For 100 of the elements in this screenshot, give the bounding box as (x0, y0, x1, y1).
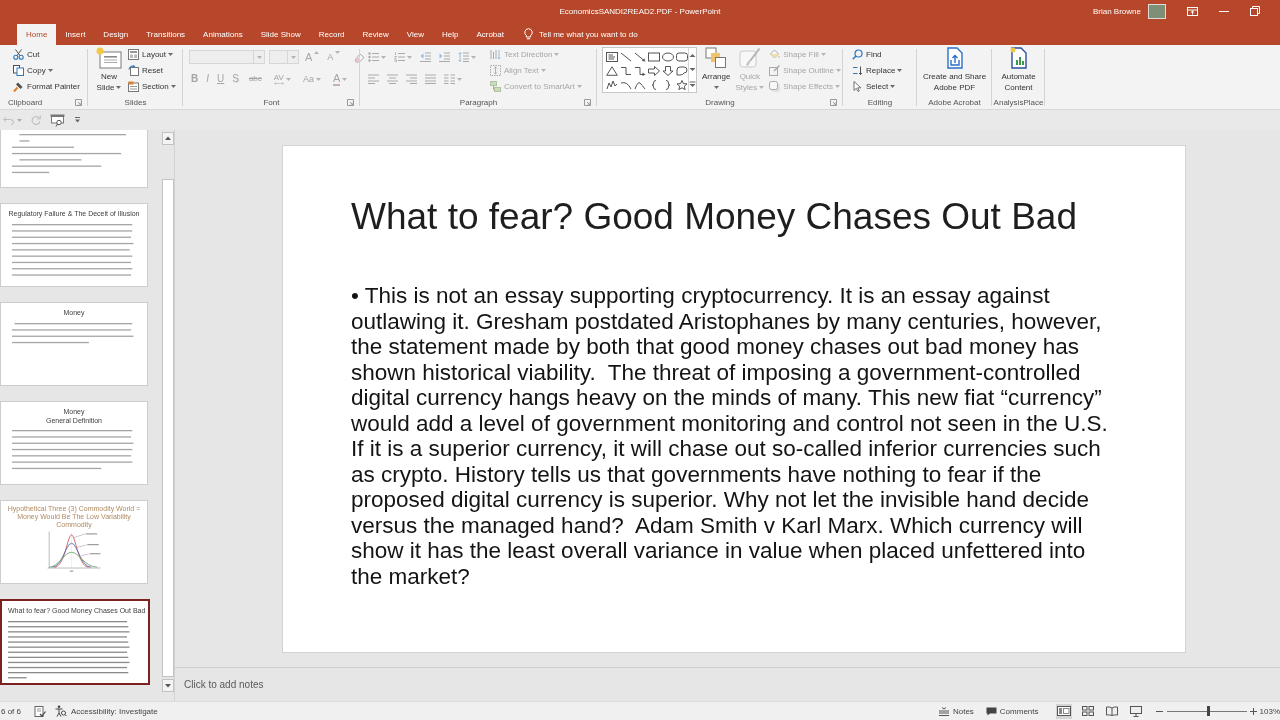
rectangle-icon[interactable] (648, 52, 660, 62)
scroll-down-icon[interactable] (689, 66, 696, 72)
line-icon[interactable] (620, 52, 632, 62)
dialog-launcher-icon[interactable] (830, 99, 837, 106)
curved-shape-icon[interactable] (676, 66, 688, 76)
replace-button[interactable]: Replace (850, 62, 906, 78)
normal-view-button[interactable] (1055, 703, 1072, 719)
notes-field[interactable]: Click to add notes (184, 675, 334, 694)
ribbon-tab[interactable]: Animations (194, 24, 252, 45)
tell-me-field[interactable]: Tell me what you want to do (538, 24, 643, 45)
pointer-icon (852, 80, 863, 92)
dialog-launcher-icon[interactable] (75, 99, 82, 106)
reset-button[interactable]: Reset (126, 62, 179, 78)
ribbon-display-options-icon[interactable] (1187, 6, 1198, 16)
star-icon[interactable] (676, 80, 688, 90)
arc-icon[interactable] (620, 80, 632, 90)
eraser-icon (354, 51, 366, 63)
arrow-line-icon[interactable] (634, 52, 646, 62)
group-label: Drawing (705, 98, 735, 107)
text-direction-icon (490, 48, 501, 60)
elbow-arrow-icon[interactable] (634, 66, 646, 76)
dialog-launcher-icon[interactable] (347, 99, 354, 106)
customize-button[interactable] (74, 117, 81, 123)
zoom-in-icon[interactable] (1249, 707, 1257, 715)
ribbon-tab[interactable]: Slide Show (251, 24, 310, 45)
accessibility-button[interactable]: Accessibility: Investigate (55, 705, 158, 717)
block-arrow-down-icon[interactable] (662, 66, 674, 76)
slide-sorter-button[interactable] (1079, 703, 1096, 719)
reset-icon (128, 64, 139, 76)
rounded-rectangle-icon[interactable] (676, 52, 688, 62)
ribbon-tab[interactable]: Help (432, 24, 468, 45)
automate-button[interactable]: Automate Content (999, 45, 1038, 95)
spell-check-icon[interactable] (34, 705, 46, 717)
comments-button[interactable]: Comments (985, 706, 1039, 716)
format-painter-button[interactable]: Format Painter (11, 78, 82, 94)
group-label: Font (263, 98, 280, 107)
slideshow-button[interactable] (1127, 703, 1144, 719)
group-label: Adobe Acrobat (928, 98, 981, 107)
scroll-down-icon[interactable] (162, 679, 174, 692)
decrease-indent-icon (420, 52, 431, 62)
scroll-up-icon[interactable] (689, 52, 696, 58)
ribbon-tab[interactable]: Transitions (137, 24, 195, 45)
presenter-button[interactable] (50, 113, 65, 127)
new-slide-button[interactable]: New Slide (94, 45, 124, 95)
shape-effects-icon (769, 80, 781, 92)
slide-counter: 6 of 6 (1, 706, 21, 716)
curve-icon[interactable] (634, 80, 646, 90)
restore-icon[interactable] (1250, 6, 1260, 16)
group-label: Paragraph (459, 98, 498, 107)
dialog-launcher-icon[interactable] (584, 99, 591, 106)
ribbon-tab[interactable]: Record (309, 24, 354, 45)
create-pdf-button[interactable]: Create and Share Adobe PDF (920, 45, 989, 95)
smartart-icon (490, 80, 501, 92)
line-spacing-icon (458, 52, 469, 62)
scroll-up-icon[interactable] (162, 132, 174, 145)
notes-button[interactable]: Notes (938, 706, 974, 716)
layout-button[interactable]: Layout (126, 46, 179, 62)
shapes-gallery[interactable] (602, 47, 697, 93)
ribbon-tab[interactable]: Home (17, 24, 57, 45)
oval-icon[interactable] (662, 52, 674, 62)
group-label: Clipboard (8, 98, 43, 107)
freeform-icon[interactable] (606, 80, 618, 90)
arrange-button[interactable]: Arrange (700, 45, 733, 95)
layout-icon (128, 48, 139, 60)
elbow-connector-icon[interactable] (620, 66, 632, 76)
reading-view-button[interactable] (1103, 703, 1120, 719)
section-button[interactable]: Section (126, 78, 179, 94)
ribbon-tab[interactable]: Review (353, 24, 398, 45)
undo-icon (3, 115, 14, 125)
text-box-icon[interactable] (606, 52, 618, 62)
copy-button[interactable]: Copy (11, 62, 82, 78)
ribbon-tab[interactable]: View (397, 24, 433, 45)
paint-bucket-icon (769, 48, 781, 60)
avatar-placeholder[interactable] (1148, 3, 1166, 19)
group-label: Editing (867, 98, 893, 107)
scrollbar-thumb[interactable] (162, 179, 174, 677)
notes-icon (938, 706, 949, 716)
minimize-icon[interactable] (1219, 10, 1229, 12)
ribbon-tab[interactable]: Design (94, 24, 138, 45)
normal-view-icon (1056, 706, 1071, 716)
reading-view-icon (1105, 706, 1118, 716)
block-arrow-right-icon[interactable] (648, 66, 660, 76)
ribbon-tab[interactable]: Insert (56, 24, 95, 45)
copy-icon (13, 64, 24, 76)
more-icon[interactable] (689, 80, 696, 88)
window-title: EconomicsSANDI2READ2.PDF - PowerPoint (559, 6, 721, 16)
select-button[interactable]: Select (850, 78, 906, 94)
slide-title: What to fear? Good Money Chases Out Bad (351, 195, 1078, 239)
caret-icon (290, 55, 296, 59)
zoom-slider-thumb[interactable] (1206, 706, 1210, 716)
pen-outline-icon (769, 64, 781, 76)
customize-icon (74, 117, 81, 123)
cut-button[interactable]: Cut (11, 46, 82, 62)
slideshow-icon (1129, 705, 1142, 717)
triangle-icon[interactable] (606, 66, 618, 76)
find-button[interactable]: Find (850, 46, 906, 62)
zoom-level[interactable]: 103% (1259, 706, 1280, 716)
user-name: Brian Browne (1092, 6, 1141, 16)
ribbon-tab[interactable]: Acrobat (467, 24, 513, 45)
increase-indent-icon (439, 52, 450, 62)
